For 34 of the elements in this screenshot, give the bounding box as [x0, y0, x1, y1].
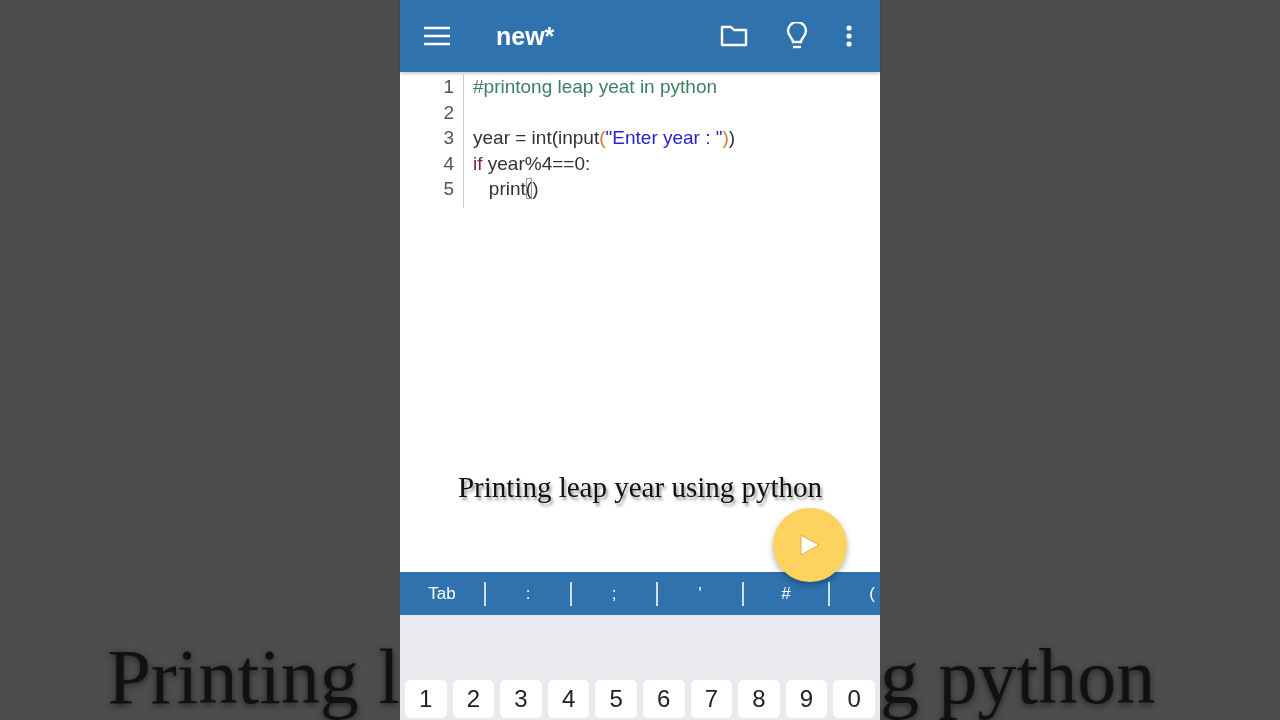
- blurred-caption-text: g python: [880, 638, 1156, 720]
- file-title: new*: [496, 21, 556, 51]
- code-line: year = int(input("Enter year : ")): [473, 126, 736, 150]
- symbol-key[interactable]: ;: [572, 581, 658, 606]
- keyboard-key[interactable]: 8: [738, 680, 780, 718]
- symbol-key[interactable]: (: [830, 581, 880, 606]
- keyboard-key[interactable]: 7: [690, 680, 733, 718]
- more-options-icon[interactable]: [846, 25, 852, 47]
- symbol-key[interactable]: Tab: [400, 581, 486, 606]
- lightbulb-icon[interactable]: [786, 22, 808, 50]
- folder-icon[interactable]: [720, 25, 748, 47]
- keyboard-key[interactable]: 0: [833, 680, 875, 718]
- line-number: 3: [443, 126, 454, 150]
- play-icon: [799, 533, 821, 557]
- keyboard-key[interactable]: 6: [642, 680, 685, 718]
- line-number: 1: [443, 75, 454, 99]
- keyboard-key[interactable]: 1: [405, 680, 447, 718]
- line-number: 5: [443, 177, 454, 201]
- code-line: #printong leap yeat in python: [473, 75, 718, 99]
- keyboard-key[interactable]: 2: [452, 680, 495, 718]
- blurred-caption-text: Printing l: [107, 638, 400, 720]
- keyboard-key[interactable]: 4: [547, 680, 590, 718]
- run-button[interactable]: [773, 508, 847, 582]
- keyboard-key[interactable]: 9: [785, 680, 828, 718]
- menu-icon[interactable]: [424, 26, 450, 46]
- symbol-key[interactable]: #: [744, 581, 830, 606]
- keyboard-key[interactable]: 3: [500, 680, 542, 718]
- symbol-key[interactable]: ': [658, 581, 744, 606]
- video-caption: Printing leap year using python: [456, 471, 824, 504]
- line-number: 4: [443, 151, 454, 176]
- symbol-key[interactable]: :: [486, 581, 572, 606]
- line-number: 2: [443, 100, 454, 125]
- keyboard-key[interactable]: 5: [595, 680, 637, 718]
- code-line: if year%4==0:: [473, 151, 592, 176]
